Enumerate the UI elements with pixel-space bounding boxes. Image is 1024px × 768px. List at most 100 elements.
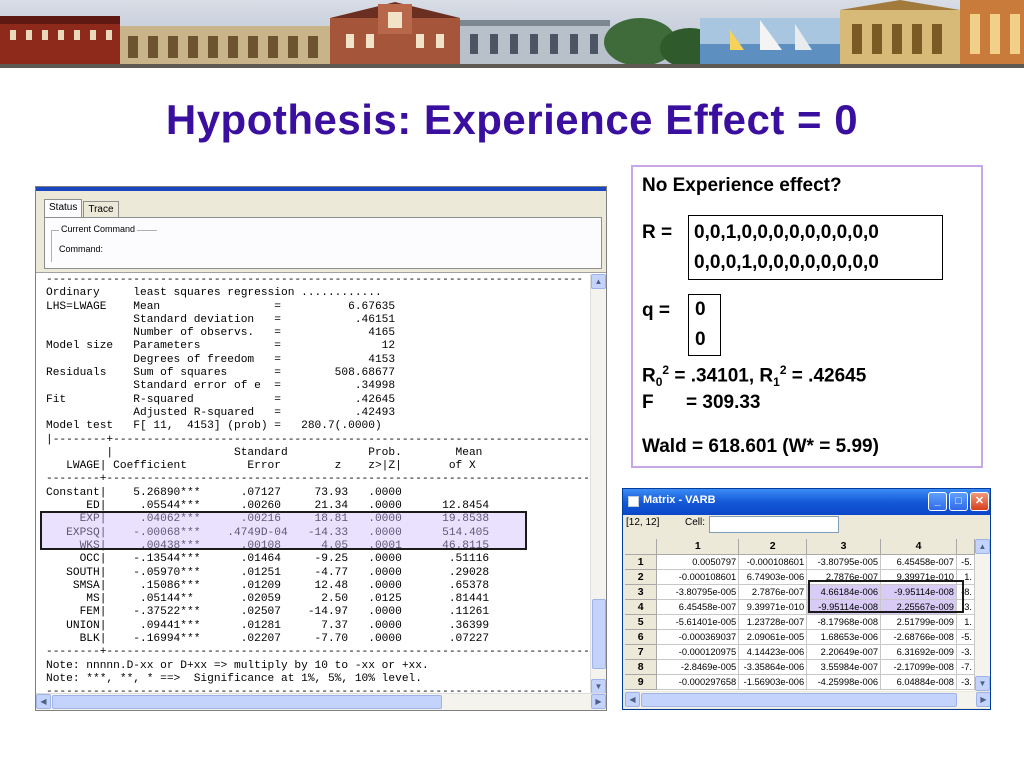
matrix-cell[interactable]: 2.7876e-007 (738, 584, 808, 600)
matrix-cell[interactable]: -0.000369037 (656, 629, 740, 645)
scroll-up-button[interactable]: ▲ (591, 274, 606, 289)
matrix-vertical-scrollbar[interactable]: ▲ ▼ (975, 539, 990, 691)
matrix-cell[interactable]: -5.61401e-005 (656, 614, 740, 630)
matrix-cell[interactable]: 3.55984e-007 (806, 659, 882, 675)
output-line: SOUTH| -.05970*** .01251 -4.77 .0000 .29… (46, 566, 490, 579)
matrix-cell[interactable]: -5. (956, 554, 975, 570)
maximize-icon[interactable]: □ (949, 492, 968, 511)
matrix-cell[interactable]: -0.000120975 (656, 644, 740, 660)
output-line: Note: ***, **, * ==> Significance at 1%,… (46, 672, 422, 685)
matrix-cell[interactable]: 2.51799e-009 (880, 614, 957, 630)
matrix-cell[interactable]: 6.74903e-006 (738, 569, 808, 585)
f-stat-value: = 309.33 (686, 392, 761, 413)
output-line: ----------------------------------------… (46, 274, 584, 286)
matrix-cell[interactable]: -0.000108601 (656, 569, 740, 585)
matrix-cell[interactable]: 1.23728e-007 (738, 614, 808, 630)
matrix-cell[interactable]: 6.45458e-007 (656, 599, 740, 615)
output-line: Constant| 5.26890*** .07127 73.93 .0000 (46, 486, 402, 499)
matrix-row-header[interactable]: 2 (625, 569, 658, 585)
minimize-icon[interactable]: _ (928, 492, 947, 511)
matrix-cell[interactable]: -4.25998e-006 (806, 674, 882, 690)
output-vertical-scrollbar[interactable]: ▲ ▼ (590, 274, 606, 694)
output-text-area[interactable]: ----------------------------------------… (36, 274, 590, 694)
matrix-column-header[interactable] (625, 539, 658, 555)
matrix-cell[interactable]: -2.68766e-008 (880, 629, 957, 645)
matrix-cell[interactable]: -3.80795e-005 (806, 554, 882, 570)
output-vertical-scroll-thumb[interactable] (592, 599, 606, 669)
header-banner-image (0, 0, 1024, 68)
r-matrix-row-2: 0,0,0,1,0,0,0,0,0,0,0,0 (694, 252, 879, 273)
matrix-row-header[interactable]: 7 (625, 644, 658, 660)
matrix-cell[interactable]: -3.35864e-006 (738, 659, 808, 675)
matrix-row-header[interactable]: 3 (625, 584, 658, 600)
matrix-cell[interactable]: -8.17968e-008 (806, 614, 882, 630)
output-line: |--------+------------------------------… (46, 433, 590, 446)
scroll-left-button[interactable]: ◀ (36, 694, 51, 709)
matrix-row-header[interactable]: 9 (625, 674, 658, 690)
matrix-cell[interactable]: -3.80795e-005 (656, 584, 740, 600)
matrix-cell[interactable]: 2.20649e-007 (806, 644, 882, 660)
matrix-column-header[interactable]: 4 (880, 539, 957, 555)
matrix-row: 8 -2.8469e-005 -3.35864e-006 3.55984e-007 -2… (625, 659, 975, 675)
matrix-row-header[interactable]: 6 (625, 629, 658, 645)
matrix-row-header[interactable]: 8 (625, 659, 658, 675)
output-line: LHS=LWAGE Mean = 6.67635 (46, 300, 396, 313)
matrix-cell[interactable]: -0.000297658 (656, 674, 740, 690)
matrix-cell[interactable]: 6.04884e-008 (880, 674, 957, 690)
output-line: Degrees of freedom = 4153 (46, 353, 396, 366)
info-heading: No Experience effect? (642, 175, 842, 196)
matrix-grid[interactable]: 1234 1 0.0050797 -0.000108601 -3.80795e-005… (625, 539, 975, 691)
matrix-scroll-left-button[interactable]: ◀ (625, 692, 640, 707)
matrix-cell[interactable]: 1. (956, 614, 975, 630)
output-line: Note: nnnnn.D-xx or D+xx => multiply by … (46, 659, 429, 672)
matrix-row: 9 -0.000297658 -1.56903e-006 -4.25998e-006 6… (625, 674, 975, 690)
tab-trace[interactable]: Trace (83, 201, 119, 217)
matrix-cell[interactable]: 6.45458e-007 (880, 554, 957, 570)
matrix-row-header[interactable]: 4 (625, 599, 658, 615)
output-horizontal-scroll-thumb[interactable] (52, 695, 442, 709)
scroll-right-button[interactable]: ▶ (591, 694, 606, 709)
matrix-scroll-down-button[interactable]: ▼ (975, 676, 990, 691)
matrix-window-title: Matrix - VARB (643, 494, 716, 506)
matrix-cell[interactable]: 4.14423e-006 (738, 644, 808, 660)
wald-stat: Wald = 618.601 (W* = 5.99) (642, 436, 879, 457)
matrix-cell[interactable]: -2.17099e-008 (880, 659, 957, 675)
matrix-cell[interactable]: -3. (956, 644, 975, 660)
matrix-cell[interactable]: -7. (956, 659, 975, 675)
matrix-cell[interactable]: 0.0050797 (656, 554, 740, 570)
cell-input[interactable] (709, 516, 839, 533)
matrix-title-bar[interactable]: Matrix - VARB _ □ ✕ (623, 489, 990, 515)
matrix-row-header[interactable]: 5 (625, 614, 658, 630)
matrix-column-header[interactable]: 3 (806, 539, 882, 555)
matrix-column-header[interactable]: 2 (738, 539, 808, 555)
output-line: Standard error of e = .34998 (46, 380, 396, 393)
matrix-horizontal-scrollbar[interactable]: ◀ ▶ (625, 692, 990, 708)
matrix-cell[interactable]: -2.8469e-005 (656, 659, 740, 675)
matrix-cell[interactable]: -0.000108601 (738, 554, 808, 570)
matrix-cell[interactable]: -5. (956, 629, 975, 645)
output-line: Model size Parameters = 12 (46, 340, 396, 353)
matrix-cell[interactable]: 6.31692e-009 (880, 644, 957, 660)
matrix-cell[interactable]: 9.39971e-010 (738, 599, 808, 615)
matrix-scroll-up-button[interactable]: ▲ (975, 539, 990, 554)
matrix-cell[interactable]: 1.68653e-006 (806, 629, 882, 645)
close-icon[interactable]: ✕ (970, 492, 989, 511)
matrix-column-header[interactable] (956, 539, 975, 555)
matrix-scroll-right-button[interactable]: ▶ (976, 692, 990, 707)
output-horizontal-scrollbar[interactable]: ◀ ▶ (36, 693, 606, 710)
tab-pane: Current Command Command: (44, 217, 602, 269)
matrix-row: 6 -0.000369037 2.09061e-005 1.68653e-006 -2.… (625, 629, 975, 645)
scroll-down-button[interactable]: ▼ (591, 679, 606, 694)
output-line: SMSA| .15086*** .01209 12.48 .0000 .6537… (46, 579, 490, 592)
current-command-label: Current Command (59, 224, 138, 234)
matrix-cell[interactable]: -3. (956, 674, 975, 690)
matrix-cell[interactable]: 2.09061e-005 (738, 629, 808, 645)
matrix-horizontal-scroll-thumb[interactable] (641, 693, 957, 707)
matrix-app-icon (628, 496, 639, 507)
regression-output-window: Status Trace Current Command Command: --… (35, 186, 607, 711)
matrix-row-header[interactable]: 1 (625, 554, 658, 570)
tab-status[interactable]: Status (44, 199, 83, 217)
matrix-column-header[interactable]: 1 (656, 539, 740, 555)
output-line: MS| .05144** .02059 2.50 .0125 .81441 (46, 593, 490, 606)
matrix-cell[interactable]: -1.56903e-006 (738, 674, 808, 690)
